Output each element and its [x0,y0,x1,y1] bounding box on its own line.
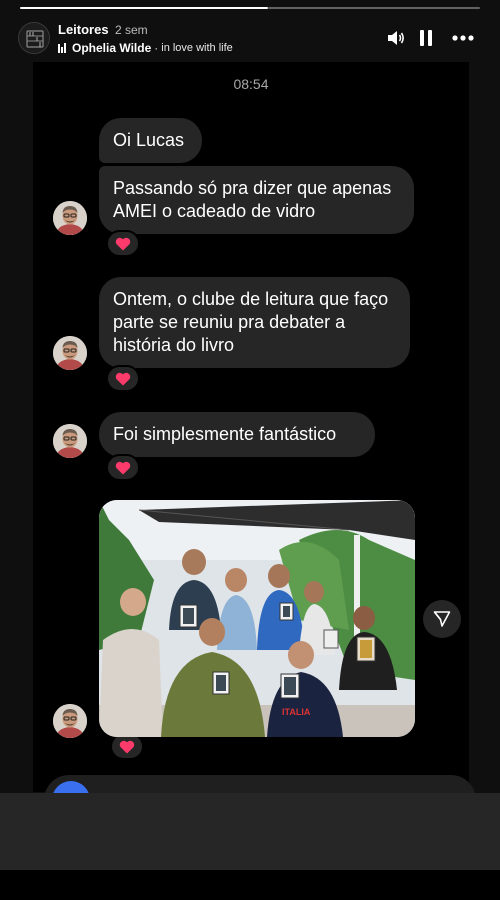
message-bubble: Foi simplesmente fantástico [99,412,375,457]
music-song: in love with life [161,42,233,54]
volume-icon [388,31,404,45]
music-bars-icon [58,43,66,53]
dm-screenshot: 08:54 Oi Lucas Passando só pra dizer que… [33,62,469,792]
message-bubble: Oi Lucas [99,118,202,163]
heart-reaction [106,454,140,481]
heart-icon [119,740,135,753]
music-separator: · [154,41,159,55]
story-time-ago: 2 sem [115,23,148,37]
group-photo-message[interactable]: ITALIA [99,500,415,737]
pause-icon [420,30,432,46]
heart-icon [115,372,131,385]
sender-avatar [53,336,87,370]
story-account-avatar[interactable] [18,22,50,54]
more-icon [452,35,474,41]
story-header: Leitores 2 sem Ophelia Wilde · in love w… [18,20,482,60]
volume-button[interactable] [386,28,406,48]
man-avatar-icon [53,424,87,458]
share-button[interactable] [423,600,461,638]
heart-reaction [110,733,144,760]
story-viewer: Leitores 2 sem Ophelia Wilde · in love w… [0,0,500,900]
man-avatar-icon [53,336,87,370]
share-icon [433,611,451,627]
message-bubble: Passando só pra dizer que apenas AMEI o … [99,166,414,234]
heart-icon [115,461,131,474]
sender-avatar [53,201,87,235]
heart-reaction [106,365,140,392]
progress-seen [20,7,269,9]
more-options-button[interactable] [450,28,476,48]
bookshelf-logo-icon [19,23,49,53]
story-reply-bar[interactable] [0,793,500,870]
heart-icon [115,237,131,250]
man-avatar-icon [53,201,87,235]
pause-button[interactable] [418,28,434,48]
message-bubble: Ontem, o clube de leitura que faço parte… [99,277,410,368]
group-photo: ITALIA [99,500,415,737]
bottom-edge [0,870,500,900]
man-avatar-icon [53,704,87,738]
progress-remaining [268,7,480,9]
story-username[interactable]: Leitores [58,22,109,37]
story-music[interactable]: Ophelia Wilde · in love with life [58,41,233,55]
heart-reaction [106,230,140,257]
svg-text:ITALIA: ITALIA [282,707,311,717]
sender-avatar [53,424,87,458]
story-progress-bar [20,7,480,9]
chat-timestamp: 08:54 [233,76,269,92]
music-artist: Ophelia Wilde [72,41,152,55]
sender-avatar [53,704,87,738]
